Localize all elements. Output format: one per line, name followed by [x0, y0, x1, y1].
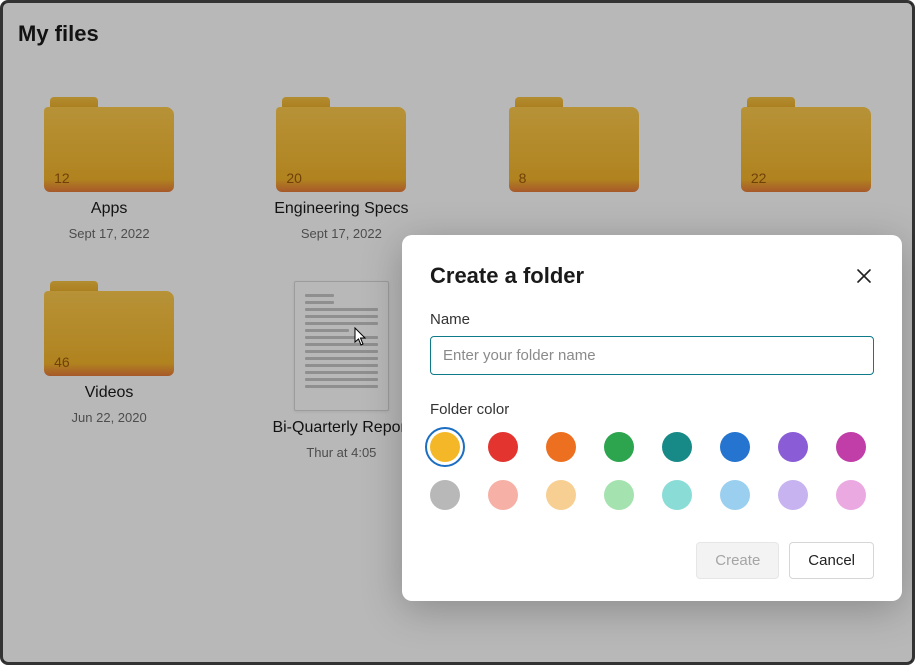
color-swatch[interactable] [836, 480, 866, 510]
color-swatch[interactable] [778, 432, 808, 462]
color-swatch[interactable] [720, 432, 750, 462]
cancel-button[interactable]: Cancel [789, 542, 874, 579]
color-swatch[interactable] [720, 480, 750, 510]
color-swatch[interactable] [546, 432, 576, 462]
color-swatch[interactable] [604, 432, 634, 462]
close-button[interactable] [854, 266, 874, 286]
cursor-icon [354, 327, 368, 347]
dialog-actions: Create Cancel [430, 542, 874, 579]
name-label: Name [430, 311, 874, 328]
color-swatch[interactable] [662, 432, 692, 462]
color-grid [430, 432, 874, 510]
color-label: Folder color [430, 401, 874, 418]
color-swatch[interactable] [662, 480, 692, 510]
color-swatch[interactable] [604, 480, 634, 510]
color-swatch[interactable] [488, 480, 518, 510]
dialog-title: Create a folder [430, 263, 584, 289]
color-swatch[interactable] [430, 480, 460, 510]
color-swatch[interactable] [836, 432, 866, 462]
create-button[interactable]: Create [696, 542, 779, 579]
color-swatch[interactable] [778, 480, 808, 510]
color-swatch[interactable] [546, 480, 576, 510]
create-folder-dialog: Create a folder Name Folder color Create… [402, 235, 902, 601]
color-swatch[interactable] [430, 432, 460, 462]
close-icon [857, 269, 871, 283]
folder-name-input[interactable] [430, 336, 874, 375]
color-swatch[interactable] [488, 432, 518, 462]
